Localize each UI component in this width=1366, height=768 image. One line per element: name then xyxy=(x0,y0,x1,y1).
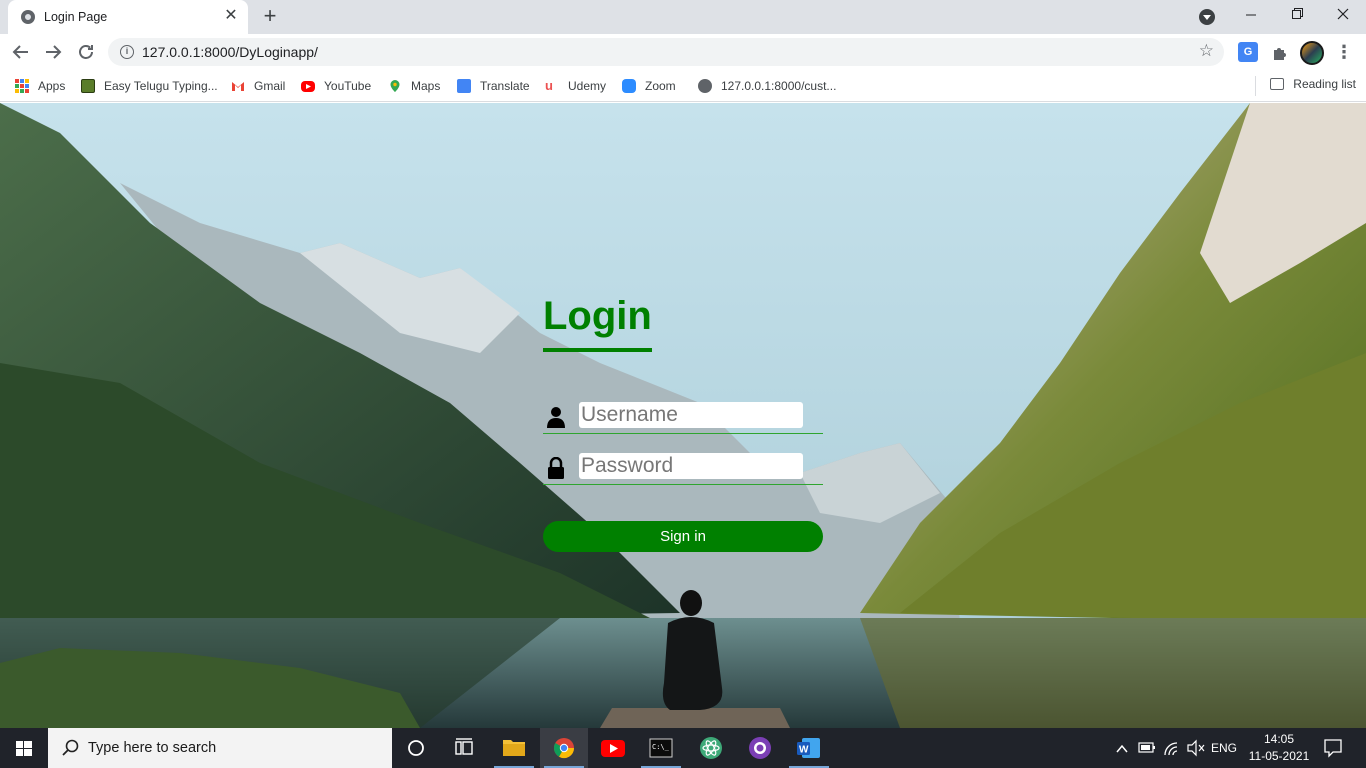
bookmark-label: Udemy xyxy=(568,79,607,93)
file-explorer-icon[interactable] xyxy=(490,728,538,768)
username-input[interactable] xyxy=(579,402,803,428)
close-window-button[interactable] xyxy=(1320,0,1366,32)
youtube-icon xyxy=(301,80,315,92)
bookmark-label: Maps xyxy=(411,79,441,93)
reading-list-button[interactable]: Reading list xyxy=(1270,77,1356,91)
forward-arrow-icon[interactable] xyxy=(41,40,65,64)
word-icon[interactable]: W xyxy=(785,728,833,768)
translate-icon xyxy=(457,79,471,93)
gmail-icon xyxy=(231,79,245,93)
new-tab-button[interactable]: + xyxy=(258,5,282,29)
lock-icon xyxy=(548,457,564,479)
udemy-icon: u xyxy=(545,78,553,93)
volume-muted-icon[interactable] xyxy=(1185,728,1207,768)
bookmark-gmail[interactable]: Gmail xyxy=(231,77,285,95)
chrome-menu-icon[interactable]: ⋮ xyxy=(1335,41,1353,63)
site-info-icon[interactable]: i xyxy=(120,45,134,59)
globe-icon xyxy=(21,10,35,24)
bookmark-apps[interactable]: Apps xyxy=(15,77,65,95)
restore-button[interactable] xyxy=(1274,0,1320,32)
taskbar-search[interactable]: Type here to search xyxy=(48,728,392,768)
clock-date: 11-05-2021 xyxy=(1248,749,1310,763)
sign-in-button[interactable]: Sign in xyxy=(543,521,823,552)
url-text[interactable]: 127.0.0.1:8000/DyLoginapp/ xyxy=(142,44,318,60)
tab-login-page[interactable]: Login Page ✕ xyxy=(8,0,248,34)
minimize-button[interactable] xyxy=(1228,0,1274,32)
bookmark-label: 127.0.0.1:8000/cust... xyxy=(721,79,837,93)
tab-title: Login Page xyxy=(44,10,108,24)
svg-text:C:\_: C:\_ xyxy=(652,743,670,751)
password-row xyxy=(543,449,823,485)
bookmark-maps[interactable]: Maps xyxy=(388,77,440,95)
bookmark-label: Gmail xyxy=(254,79,286,93)
title-underline xyxy=(543,348,652,352)
github-icon[interactable] xyxy=(736,728,784,768)
easy-telugu-icon xyxy=(81,79,95,93)
atom-icon[interactable] xyxy=(687,728,735,768)
reading-list-label: Reading list xyxy=(1293,77,1356,91)
clock-time: 14:05 xyxy=(1263,732,1295,746)
bookmark-easy-telugu[interactable]: Easy Telugu Typing... xyxy=(81,77,218,95)
task-view-icon[interactable] xyxy=(440,728,488,768)
terminal-icon[interactable]: C:\_ xyxy=(637,728,685,768)
extensions-puzzle-icon[interactable] xyxy=(1270,42,1290,62)
password-input[interactable] xyxy=(579,453,803,479)
zoom-icon xyxy=(622,79,636,93)
login-title: Login xyxy=(543,294,652,338)
notifications-icon[interactable] xyxy=(1320,728,1346,768)
start-button[interactable] xyxy=(0,728,48,768)
back-arrow-icon[interactable] xyxy=(9,40,33,64)
search-placeholder: Type here to search xyxy=(88,740,217,756)
search-icon xyxy=(62,739,79,756)
bookmarks-separator xyxy=(1255,76,1256,96)
bookmark-label: Translate xyxy=(480,79,530,93)
bookmark-star-icon[interactable]: ☆ xyxy=(1199,41,1214,61)
battery-icon[interactable] xyxy=(1137,728,1157,768)
tab-strip: Login Page ✕ + xyxy=(0,0,1366,34)
windows-logo-icon xyxy=(16,741,32,756)
bookmark-udemy[interactable]: u Udemy xyxy=(545,77,606,95)
bookmark-youtube[interactable]: YouTube xyxy=(301,77,371,95)
bookmark-label: Easy Telugu Typing... xyxy=(104,79,218,93)
show-hidden-icons-chevron-icon[interactable] xyxy=(1112,728,1132,768)
globe-icon xyxy=(698,79,712,93)
bookmark-zoom[interactable]: Zoom xyxy=(622,77,676,95)
browser-toolbar: i 127.0.0.1:8000/DyLoginapp/ ☆ G ⋮ xyxy=(0,34,1366,70)
bookmark-label: Zoom xyxy=(645,79,676,93)
bookmark-label: Apps xyxy=(38,79,66,93)
windows-taskbar: Type here to search C:\_ W ENG 14:05 11-… xyxy=(0,728,1366,768)
address-bar[interactable]: i 127.0.0.1:8000/DyLoginapp/ ☆ xyxy=(108,38,1224,66)
cortana-icon[interactable] xyxy=(392,728,440,768)
page-viewport: Login Sign in xyxy=(0,103,1366,728)
profile-avatar[interactable] xyxy=(1300,41,1324,65)
wifi-icon[interactable] xyxy=(1161,728,1183,768)
bookmark-label: YouTube xyxy=(324,79,372,93)
reading-list-icon xyxy=(1270,78,1285,90)
bookmark-localhost[interactable]: 127.0.0.1:8000/cust... xyxy=(698,77,836,95)
username-row xyxy=(543,398,823,434)
svg-text:W: W xyxy=(799,745,809,756)
reload-icon[interactable] xyxy=(74,40,98,64)
tab-search-icon[interactable] xyxy=(1199,9,1215,25)
chrome-icon[interactable] xyxy=(540,728,588,768)
clock[interactable]: 14:05 11-05-2021 xyxy=(1246,731,1312,765)
bookmark-translate[interactable]: Translate xyxy=(457,77,530,95)
apps-grid-icon xyxy=(15,79,29,93)
close-tab-icon[interactable]: ✕ xyxy=(222,7,240,25)
login-form: Login Sign in xyxy=(543,293,823,552)
maps-icon xyxy=(388,79,402,93)
language-indicator[interactable]: ENG xyxy=(1211,728,1239,768)
user-icon xyxy=(547,407,565,428)
bookmarks-bar: Apps Easy Telugu Typing... Gmail YouTube… xyxy=(0,70,1366,102)
youtube-icon[interactable] xyxy=(589,728,637,768)
google-translate-extension-icon[interactable]: G xyxy=(1238,42,1258,62)
